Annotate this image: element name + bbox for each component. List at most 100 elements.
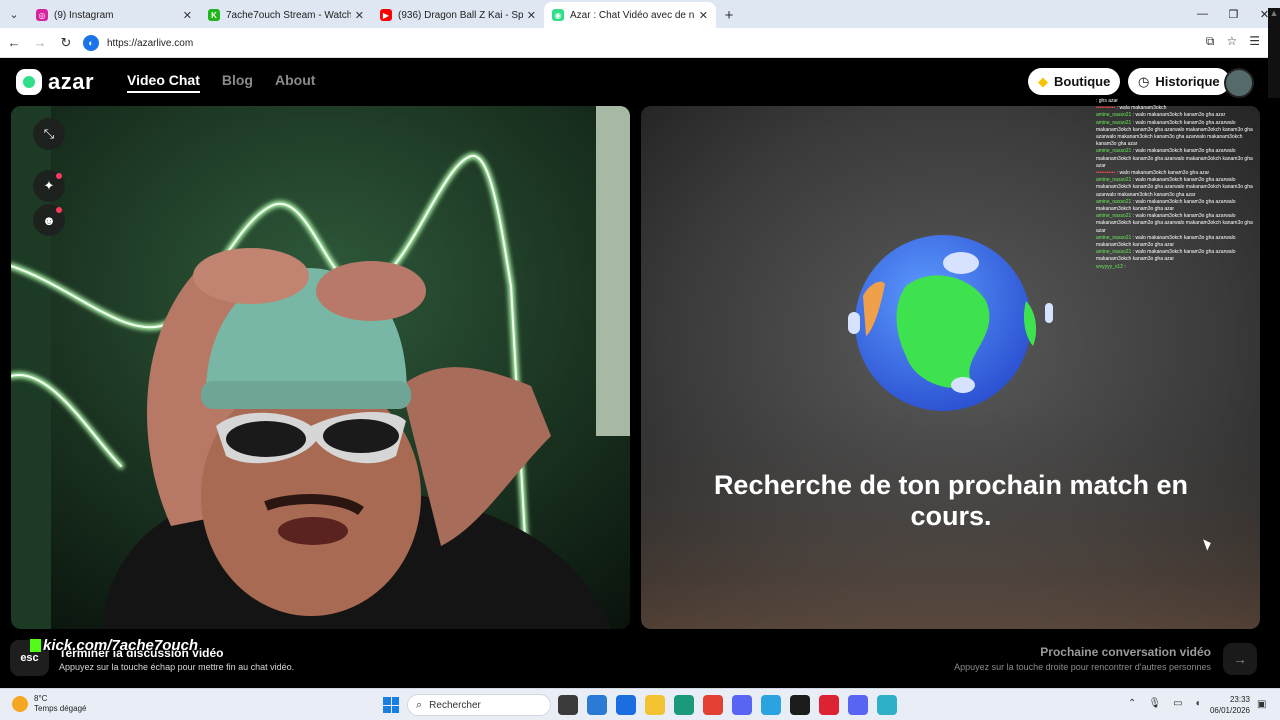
new-badge-dot <box>56 207 62 213</box>
restore-icon[interactable]: ❐ <box>1218 0 1249 28</box>
chat-message: amine_nasso21 : walo makanam3okch kanam3… <box>1096 198 1236 213</box>
chat-message: amine_nasso21 : walo makanam3okch kanam3… <box>1096 234 1236 249</box>
weather-temp: 8°C <box>34 694 48 703</box>
taskbar-search-label: Rechercher <box>429 699 481 711</box>
close-tab-icon[interactable]: ✕ <box>527 9 536 22</box>
next-chat-title[interactable]: Prochaine conversation vidéo <box>1040 645 1211 659</box>
chat-message: ••••••••••• : walo makanam3okch kanam3o … <box>1096 170 1210 177</box>
browser-tab[interactable]: ◎ (9) Instagram ✕ <box>28 2 200 28</box>
chat-message: : ghs azar <box>1096 98 1118 104</box>
historique-button[interactable]: ◷ Historique <box>1128 68 1230 95</box>
taskbar-app-icon[interactable] <box>645 695 665 715</box>
notification-icon[interactable]: ▣ <box>1257 699 1266 710</box>
install-app-icon[interactable]: ⧉ <box>1206 34 1215 49</box>
weather-desc: Temps dégagé <box>34 704 87 713</box>
nav-about[interactable]: About <box>275 72 315 93</box>
browser-tab[interactable]: ◉ Azar : Chat Vidéo avec de n ✕ <box>544 2 716 28</box>
mask-button[interactable]: ☻ <box>33 204 65 236</box>
extensions-icon[interactable]: ☰ <box>1249 34 1260 49</box>
nav-video-chat[interactable]: Video Chat <box>127 72 200 93</box>
chat-username: amine_nasso21 <box>1096 148 1132 155</box>
gem-icon: ◆ <box>1038 73 1048 89</box>
clock-icon: ◷ <box>1138 73 1150 89</box>
url-text: https://azarlive.com <box>107 37 194 49</box>
taskbar-app-icon[interactable] <box>761 695 781 715</box>
clock-time: 23:33 <box>1229 695 1250 704</box>
bookmark-star-icon[interactable]: ☆ <box>1226 34 1237 49</box>
chat-message: amine_nasso21 : walo makanam3okch kanam3… <box>1096 249 1236 263</box>
chat-message: ••••••••••• : wala makanam3okch <box>1096 105 1167 112</box>
tab-search-chevron-icon[interactable]: ⌄ <box>0 0 28 28</box>
back-icon[interactable]: ← <box>2 35 26 50</box>
taskbar-app-icon[interactable] <box>703 695 723 715</box>
minimize-icon[interactable]: — <box>1187 0 1218 28</box>
tab-title: (9) Instagram <box>54 9 114 21</box>
chat-message: amine_nasso21 : walo makanam3okch kanam3… <box>1096 112 1226 119</box>
next-chat-hint: Appuyez sur la touche droite pour rencon… <box>954 662 1211 672</box>
weather-widget[interactable]: 8°C Temps dégagé <box>12 694 86 714</box>
taskbar-clock[interactable]: 23:33 06/01/2026 <box>1208 694 1250 716</box>
reload-icon[interactable]: ↻ <box>54 35 78 51</box>
address-bar-actions: ⧉ ☆ ☰ <box>1206 34 1260 49</box>
taskbar-app-icon[interactable] <box>732 695 752 715</box>
browser-tab[interactable]: K 7ache7ouch Stream - Watch Live ✕ <box>200 2 372 28</box>
chat-username: wvyyyy_x12 <box>1096 263 1123 270</box>
new-tab-button[interactable]: + <box>716 2 742 28</box>
end-chat-hint: Appuyez sur la touche échap pour mettre … <box>59 662 295 672</box>
browser-tab-bar: ⌄ ◎ (9) Instagram ✕ K 7ache7ouch Stream - Wa… <box>0 0 1280 28</box>
chat-text: walo makanam3okch kanam3o gha azar <box>1135 112 1226 119</box>
tab-title: (936) Dragon Ball Z Kai - Space <box>398 9 523 21</box>
collapse-view-button[interactable]: ⤡ <box>33 118 65 150</box>
taskbar-app-icon[interactable] <box>877 695 897 715</box>
new-badge-dot <box>56 173 62 179</box>
chat-username: ••••••••••• <box>1096 105 1116 112</box>
logo-text: azar <box>48 69 95 94</box>
taskbar-app-icon[interactable] <box>790 695 810 715</box>
tray-chevron-icon[interactable]: ⌃ <box>1128 698 1136 709</box>
close-tab-icon[interactable]: ✕ <box>355 9 364 22</box>
chat-message: amine_nasso21 : walo makanam3okch kanam3… <box>1096 148 1253 169</box>
taskbar-app-icon[interactable] <box>558 695 578 715</box>
network-icon[interactable]: ▭ <box>1173 698 1182 709</box>
side-scroll-panel: ▲ <box>1268 8 1280 98</box>
searching-message: Recherche de ton prochain match en cours… <box>713 470 1189 531</box>
taskbar-app-icon[interactable] <box>819 695 839 715</box>
close-tab-icon[interactable]: ✕ <box>183 9 192 22</box>
site-info-icon[interactable]: ◐ <box>83 35 99 51</box>
forward-icon[interactable]: → <box>28 35 52 50</box>
address-bar[interactable]: ◐ https://azarlive.com <box>80 32 1200 54</box>
taskbar-app-icon[interactable] <box>587 695 607 715</box>
search-icon: ⌕ <box>416 698 423 711</box>
local-video-panel: ⤡ ✦ ☻ <box>11 106 630 629</box>
microphone-icon[interactable]: 🎙 <box>1148 698 1161 709</box>
arrow-right-icon: → <box>1233 651 1247 667</box>
browser-tab[interactable]: ▶ (936) Dragon Ball Z Kai - Space ✕ <box>372 2 544 28</box>
taskbar-app-icon[interactable] <box>674 695 694 715</box>
local-video-feed <box>11 106 630 629</box>
historique-label: Historique <box>1155 74 1220 89</box>
call-controls-bar: esc Terminer la discussion vidéo Appuyez… <box>0 629 1280 688</box>
close-tab-icon[interactable]: ✕ <box>699 9 708 22</box>
boutique-label: Boutique <box>1054 74 1111 89</box>
boutique-button[interactable]: ◆ Boutique <box>1028 68 1121 95</box>
taskbar-app-icon[interactable] <box>848 695 868 715</box>
taskbar-app-icon[interactable] <box>616 695 636 715</box>
taskbar-search[interactable]: ⌕ Rechercher <box>407 694 551 716</box>
tab-favicon-icon: K <box>208 9 220 21</box>
chat-username: amine_nasso21 <box>1096 177 1132 184</box>
azar-logo[interactable]: azar <box>16 69 94 95</box>
clock-date: 06/01/2026 <box>1209 706 1250 715</box>
nav-blog[interactable]: Blog <box>222 72 253 93</box>
kick-logo-icon <box>30 639 41 652</box>
effects-button[interactable]: ✦ <box>33 170 65 202</box>
chat-message: amine_nasso21 : walo makanam3okch kanam3… <box>1096 213 1253 234</box>
pinned-apps <box>558 695 897 715</box>
volume-icon[interactable]: ◖ <box>1195 698 1201 709</box>
windows-start-icon[interactable] <box>383 697 399 713</box>
azar-logo-icon <box>16 69 42 95</box>
windows-taskbar: 8°C Temps dégagé ⌕ Rechercher ⌃ 🎙 ▭ ◖ 23… <box>0 688 1280 720</box>
next-chat-button[interactable]: → <box>1223 643 1257 675</box>
main-nav: Video Chat Blog About <box>127 72 315 93</box>
chat-username: amine_nasso21 <box>1096 213 1132 220</box>
profile-avatar[interactable] <box>1224 68 1254 98</box>
